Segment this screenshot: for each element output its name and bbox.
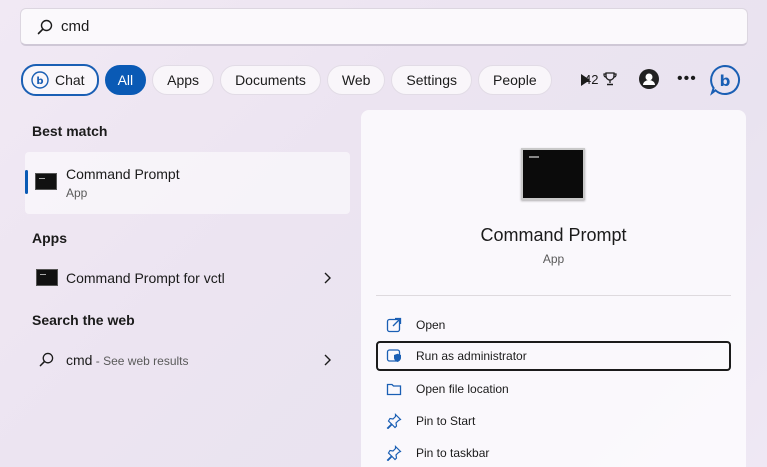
open-action[interactable]: Open bbox=[376, 311, 731, 339]
documents-filter-button[interactable]: Documents bbox=[220, 65, 321, 95]
search-bar[interactable] bbox=[20, 8, 748, 46]
open-icon bbox=[386, 317, 402, 333]
search-icon bbox=[39, 352, 54, 367]
best-match-item[interactable]: Command Prompt App bbox=[25, 152, 350, 214]
pin-to-start-action[interactable]: Pin to Start bbox=[376, 407, 731, 435]
apps-list-item[interactable]: Command Prompt for vctl bbox=[25, 262, 350, 294]
avatar[interactable] bbox=[639, 69, 659, 89]
pin-to-taskbar-action[interactable]: Pin to taskbar bbox=[376, 439, 731, 467]
divider bbox=[376, 295, 731, 296]
all-filter-button[interactable]: All bbox=[104, 65, 147, 95]
pin-icon bbox=[386, 413, 402, 429]
open-file-location-action[interactable]: Open file location bbox=[376, 375, 731, 403]
best-match-title: Command Prompt bbox=[66, 166, 180, 182]
shield-icon bbox=[386, 349, 401, 362]
more-options-icon[interactable]: ••• bbox=[677, 70, 697, 88]
settings-filter-button[interactable]: Settings bbox=[391, 65, 473, 95]
web-result-item[interactable]: cmd - See web results bbox=[25, 344, 350, 376]
pin-to-taskbar-label: Pin to taskbar bbox=[416, 446, 490, 460]
selection-accent bbox=[25, 170, 28, 194]
command-prompt-icon bbox=[36, 269, 58, 286]
apps-filter-button[interactable]: Apps bbox=[152, 65, 215, 95]
best-match-subtitle: App bbox=[66, 186, 88, 200]
details-subtitle: App bbox=[542, 252, 565, 266]
chat-filter-button[interactable]: b Chat bbox=[21, 64, 99, 96]
open-action-label: Open bbox=[416, 318, 446, 332]
run-as-admin-label: Run as administrator bbox=[416, 349, 527, 363]
bing-chat-icon: b bbox=[31, 71, 49, 89]
chevron-right-icon bbox=[324, 354, 331, 366]
details-title: Command Prompt bbox=[480, 225, 627, 245]
web-suffix: - See web results bbox=[92, 354, 189, 368]
chat-filter-label: Chat bbox=[55, 72, 85, 88]
command-prompt-icon bbox=[35, 173, 57, 190]
apps-item-title: Command Prompt for vctl bbox=[66, 270, 225, 286]
points-value: 42 bbox=[584, 71, 599, 87]
web-filter-button[interactable]: Web bbox=[326, 65, 386, 95]
command-prompt-large-icon bbox=[521, 148, 585, 200]
people-filter-button[interactable]: People bbox=[478, 65, 552, 95]
search-icon bbox=[37, 19, 53, 34]
svg-text:b: b bbox=[720, 72, 731, 90]
pin-to-start-label: Pin to Start bbox=[416, 414, 476, 428]
open-file-location-label: Open file location bbox=[416, 382, 509, 396]
rewards-points[interactable]: 42 bbox=[584, 71, 618, 87]
web-result-text: cmd - See web results bbox=[66, 352, 189, 368]
user-icon bbox=[643, 73, 655, 85]
run-as-admin-action[interactable]: Run as administrator bbox=[376, 341, 731, 371]
trophy-icon bbox=[603, 72, 618, 86]
bing-icon[interactable]: b bbox=[709, 64, 741, 96]
web-query: cmd bbox=[66, 352, 93, 368]
pin-icon bbox=[386, 445, 402, 461]
filter-bar: b Chat All Apps Documents Web Settings P… bbox=[21, 63, 592, 97]
details-panel: Command Prompt App Open Run as administr… bbox=[361, 110, 746, 467]
svg-text:b: b bbox=[36, 76, 43, 87]
best-match-heading: Best match bbox=[32, 123, 108, 139]
folder-icon bbox=[386, 383, 402, 396]
search-web-heading: Search the web bbox=[32, 312, 135, 328]
apps-heading: Apps bbox=[32, 230, 67, 246]
chevron-right-icon bbox=[324, 272, 331, 284]
search-input[interactable] bbox=[61, 18, 661, 35]
